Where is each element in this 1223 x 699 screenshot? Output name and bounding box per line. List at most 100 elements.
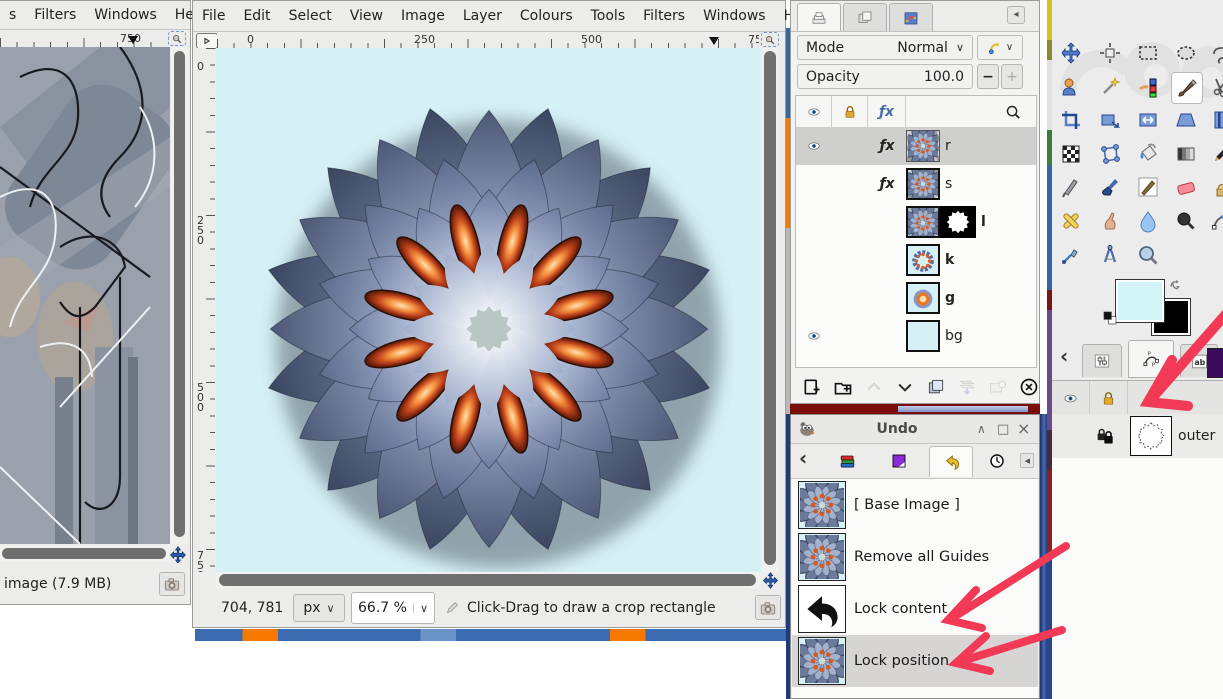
tool-ink[interactable]	[1095, 172, 1125, 202]
add-mask-button[interactable]	[985, 374, 1011, 400]
duplicate-layer-button[interactable]	[923, 374, 949, 400]
window-maximize-button[interactable]: □	[997, 423, 1017, 436]
menu-item-file[interactable]: File	[193, 3, 234, 29]
column-visibility[interactable]	[1052, 381, 1090, 415]
layer-thumbnail[interactable]	[906, 168, 940, 200]
tool-gradient[interactable]	[1171, 139, 1201, 169]
tool-ellipse-select[interactable]	[1171, 38, 1201, 68]
menu-item-tools[interactable]: Tools	[582, 3, 635, 29]
tab-paths[interactable]	[889, 3, 933, 31]
column-lock[interactable]	[1090, 381, 1128, 415]
tool-airbrush[interactable]	[1056, 172, 1086, 202]
tab-scroll-left[interactable]: ‹	[1060, 346, 1068, 366]
tab-layers-dockable[interactable]	[825, 446, 869, 476]
menu-item-windows[interactable]: Windows	[694, 3, 775, 29]
merge-down-button[interactable]	[954, 374, 980, 400]
zoom-dropdown[interactable]: 66.7 % ∨	[351, 592, 435, 624]
mode-dropdown[interactable]: Mode Normal ∨	[797, 35, 973, 60]
quickmask-corner-icon[interactable]	[196, 33, 218, 49]
tool-smudge[interactable]	[1095, 206, 1125, 236]
tool-cage-transform[interactable]	[1095, 139, 1125, 169]
mode-switch-button[interactable]: ∨	[977, 35, 1023, 60]
tool-n-point-deformation[interactable]	[1056, 139, 1086, 169]
menu-item-windows[interactable]: Windows	[85, 2, 166, 28]
tool-perspective[interactable]	[1171, 105, 1201, 135]
menu-item-filters[interactable]: Filters	[25, 2, 85, 28]
menu-item-select[interactable]: Select	[280, 3, 341, 29]
main-v-scrollbar[interactable]	[762, 48, 778, 572]
layer-visibility-toggle[interactable]	[796, 139, 832, 153]
left-canvas[interactable]	[0, 47, 170, 544]
unit-dropdown[interactable]: px ∨	[293, 594, 345, 622]
undo-item--base-image-[interactable]: [ Base Image ]	[792, 479, 1038, 531]
tool-scissors-select[interactable]	[1207, 72, 1223, 102]
tab-layers[interactable]	[797, 3, 841, 31]
tool-clone[interactable]	[1207, 172, 1223, 202]
zoom-follow-icon[interactable]	[761, 32, 779, 47]
undo-item-lock-content[interactable]: Lock content	[792, 583, 1038, 635]
layer-row-outer[interactable]: outer	[1052, 414, 1223, 459]
menu-item-layer[interactable]: Layer	[454, 3, 511, 29]
column-lock[interactable]	[832, 96, 868, 128]
tool-handle-transform[interactable]	[1207, 105, 1223, 135]
column-effects[interactable]: ƒx	[868, 96, 906, 128]
tab-scroll-left[interactable]: ‹	[799, 448, 807, 468]
tool-flip[interactable]	[1133, 105, 1163, 135]
window-shade-button[interactable]: ∧	[977, 423, 997, 435]
lower-layer-button[interactable]	[892, 374, 918, 400]
tab-undo-history[interactable]	[929, 446, 973, 477]
tool-free-select[interactable]	[1207, 38, 1223, 68]
menu-item-edit[interactable]: Edit	[234, 3, 279, 29]
tool-select-by-color[interactable]	[1133, 72, 1163, 102]
navigate-icon[interactable]	[761, 571, 780, 590]
menu-item-image[interactable]: Image	[392, 3, 454, 29]
tool-paintbrush[interactable]	[1171, 72, 1203, 104]
undo-titlebar[interactable]: Undo ∧ □ ×	[791, 415, 1039, 444]
tool-paths[interactable]	[1207, 206, 1223, 236]
main-h-scrollbar[interactable]	[216, 572, 761, 588]
tool-blur-sharpen[interactable]	[1133, 206, 1163, 236]
tool-color-picker[interactable]	[1056, 240, 1086, 270]
menu-item-s[interactable]: s	[0, 2, 25, 28]
left-h-scrollbar[interactable]	[0, 545, 170, 562]
window-close-button[interactable]: ×	[1017, 421, 1039, 437]
layer-mask-thumbnail[interactable]	[940, 206, 976, 238]
foreground-color-swatch[interactable]	[1116, 280, 1164, 322]
main-canvas[interactable]	[216, 48, 761, 572]
tool-alignment[interactable]	[1095, 38, 1125, 68]
tab-pointer-dockable[interactable]	[977, 446, 1017, 476]
panel-collapse-button[interactable]: ◂	[1020, 453, 1034, 468]
tool-foreground-select[interactable]	[1056, 72, 1086, 102]
tool-dodge-burn[interactable]	[1171, 206, 1201, 236]
tool-heal[interactable]	[1056, 206, 1086, 236]
layer-thumbnail[interactable]	[906, 244, 940, 276]
tab-channels[interactable]	[843, 3, 887, 31]
layer-row-l[interactable]: l	[796, 203, 1036, 241]
tool-move[interactable]	[1056, 38, 1086, 68]
left-v-scrollbar[interactable]	[171, 47, 188, 544]
tool-eraser[interactable]	[1171, 172, 1201, 202]
menu-item-filters[interactable]: Filters	[634, 3, 694, 29]
delete-layer-button[interactable]	[1016, 374, 1042, 400]
layer-row-g[interactable]: g	[796, 279, 1036, 317]
layer-row-bg[interactable]: bg	[796, 317, 1036, 355]
raise-layer-button[interactable]	[861, 374, 887, 400]
layer-row-r[interactable]: ƒxr	[796, 127, 1036, 165]
layer-thumbnail[interactable]	[906, 320, 940, 352]
zoom-follow-icon[interactable]	[168, 31, 186, 46]
layer-row-s[interactable]: ƒxs	[796, 165, 1036, 203]
layer-row-k[interactable]: k	[796, 241, 1036, 279]
outer-layer-thumbnail[interactable]	[1130, 416, 1172, 456]
layer-visibility-toggle[interactable]	[796, 329, 832, 343]
screenshot-button[interactable]	[159, 572, 185, 596]
swap-colors-icon[interactable]	[1168, 278, 1183, 293]
tool-rectangle-select[interactable]	[1133, 38, 1163, 68]
navigate-icon[interactable]	[168, 545, 188, 565]
opacity-increase-button[interactable]: +	[1001, 64, 1023, 89]
tool-unified-transform[interactable]	[1095, 105, 1125, 135]
screenshot-button[interactable]	[755, 595, 781, 620]
default-colors-icon[interactable]	[1102, 310, 1118, 326]
tool-mypaint-brush[interactable]	[1133, 172, 1163, 202]
layer-thumbnail[interactable]	[906, 130, 940, 162]
layer-search[interactable]	[906, 96, 1036, 128]
